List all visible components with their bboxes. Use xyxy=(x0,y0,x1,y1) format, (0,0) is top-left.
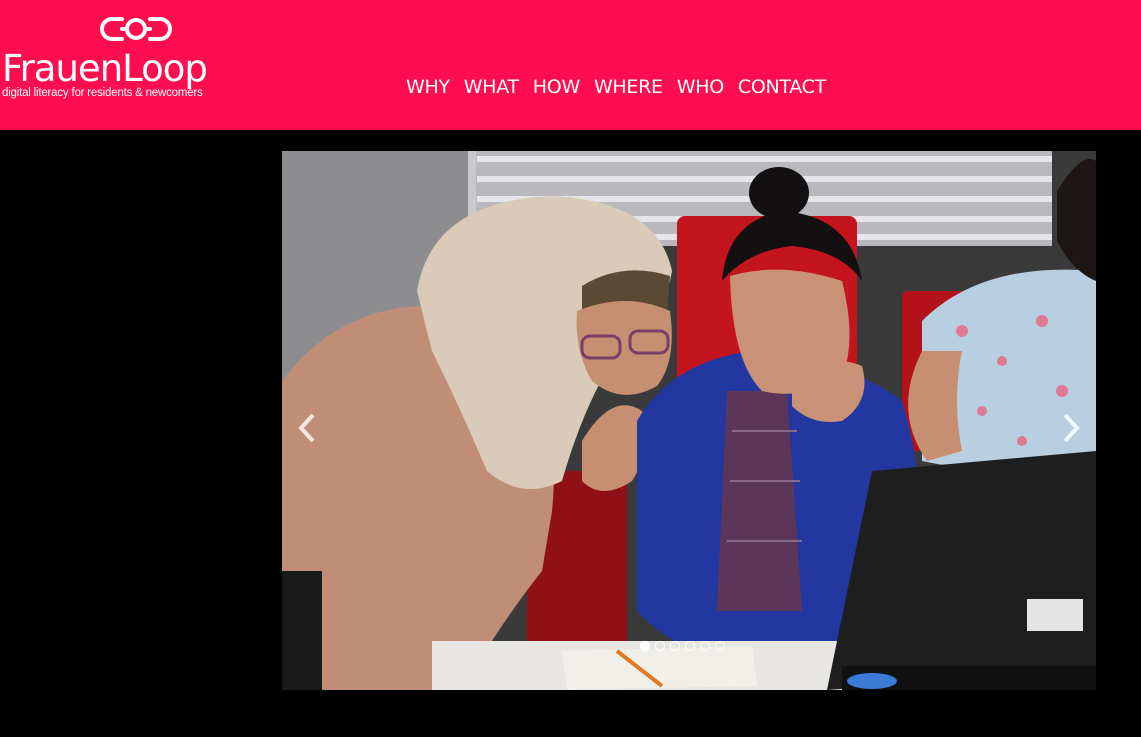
chevron-left-icon[interactable] xyxy=(294,411,320,445)
hero-carousel[interactable] xyxy=(282,151,1096,690)
brand-name: FrauenLoop xyxy=(2,47,208,90)
slide-photo xyxy=(282,151,1096,690)
carousel-dot[interactable] xyxy=(715,641,725,651)
main-nav: WHY WHAT HOW WHERE WHO CONTACT xyxy=(406,76,840,98)
carousel-dot[interactable] xyxy=(700,641,710,651)
nav-where[interactable]: WHERE xyxy=(594,76,663,98)
nav-contact[interactable]: CONTACT xyxy=(738,76,826,98)
carousel-dot[interactable] xyxy=(655,641,665,651)
frauenloop-logo[interactable]: FrauenLoop digital literacy for resident… xyxy=(0,10,240,105)
nav-how[interactable]: HOW xyxy=(533,76,580,98)
carousel-dot[interactable] xyxy=(640,641,650,651)
carousel-dot[interactable] xyxy=(685,641,695,651)
brand-tagline: digital literacy for residents & newcome… xyxy=(2,87,203,99)
loop-chain-icon xyxy=(100,17,172,41)
brand-name-part2: Loop xyxy=(122,47,208,90)
nav-who[interactable]: WHO xyxy=(677,76,724,98)
site-header: FrauenLoop digital literacy for resident… xyxy=(0,0,1141,130)
carousel-indicators xyxy=(640,641,725,651)
brand-name-part1: Frauen xyxy=(2,47,123,90)
carousel-dot[interactable] xyxy=(670,641,680,651)
nav-why[interactable]: WHY xyxy=(406,76,450,98)
nav-what[interactable]: WHAT xyxy=(464,76,519,98)
chevron-right-icon[interactable] xyxy=(1058,411,1084,445)
